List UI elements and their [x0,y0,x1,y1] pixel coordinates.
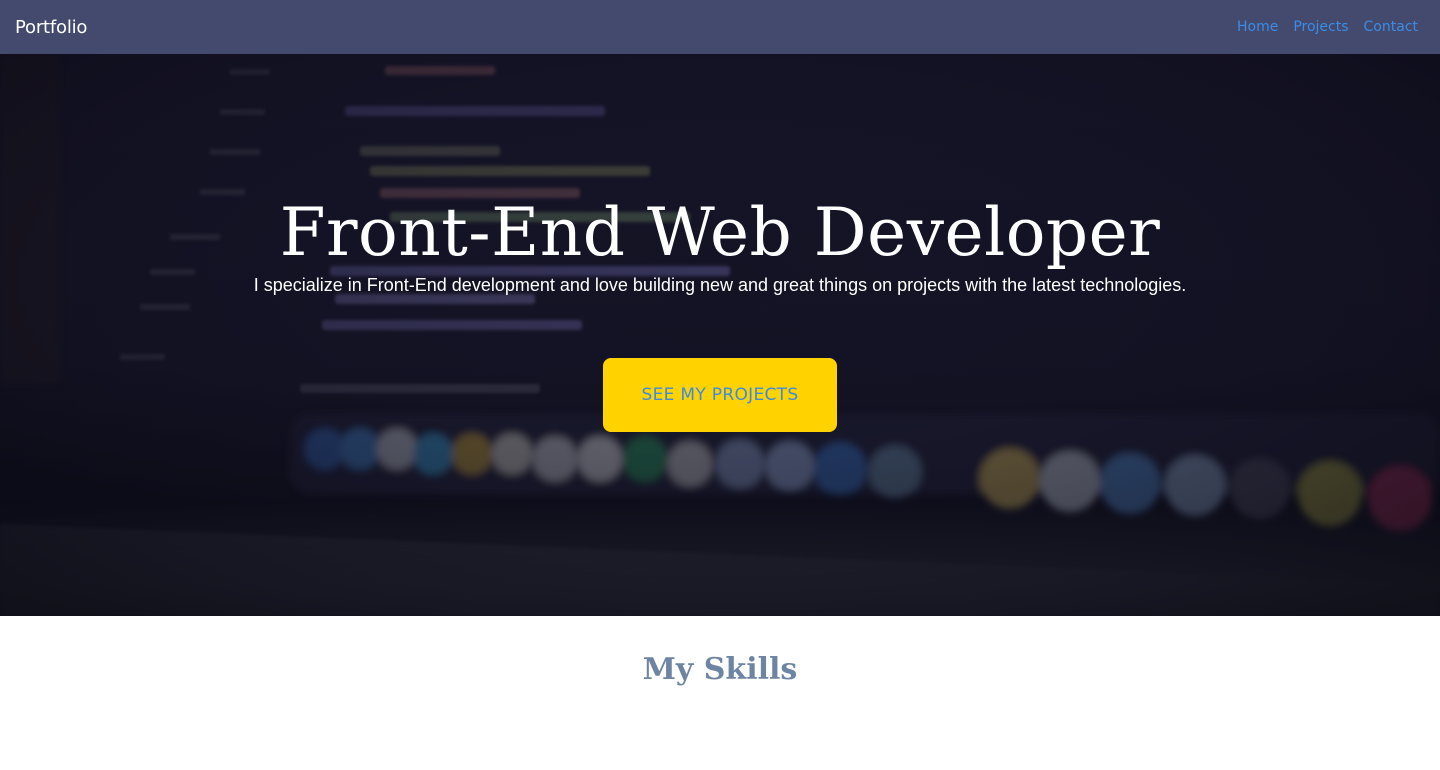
skills-section-title: My Skills [642,652,798,687]
nav-link-contact[interactable]: Contact [1364,19,1418,35]
hero-dark-overlay [0,54,1440,616]
hero-subtitle: I specialize in Front-End development an… [253,275,1187,295]
nav-link-home[interactable]: Home [1237,19,1278,35]
hero-section: Front-End Web Developer I specialize in … [0,54,1440,616]
hero-title: Front-End Web Developer [279,194,1161,271]
brand-logo-text[interactable]: Portfolio [15,17,87,38]
nav-links: Home Projects Contact [1237,19,1418,35]
top-navbar: Portfolio Home Projects Contact [0,0,1440,54]
nav-link-projects[interactable]: Projects [1293,19,1348,35]
see-my-projects-button[interactable]: SEE MY PROJECTS [603,358,837,432]
